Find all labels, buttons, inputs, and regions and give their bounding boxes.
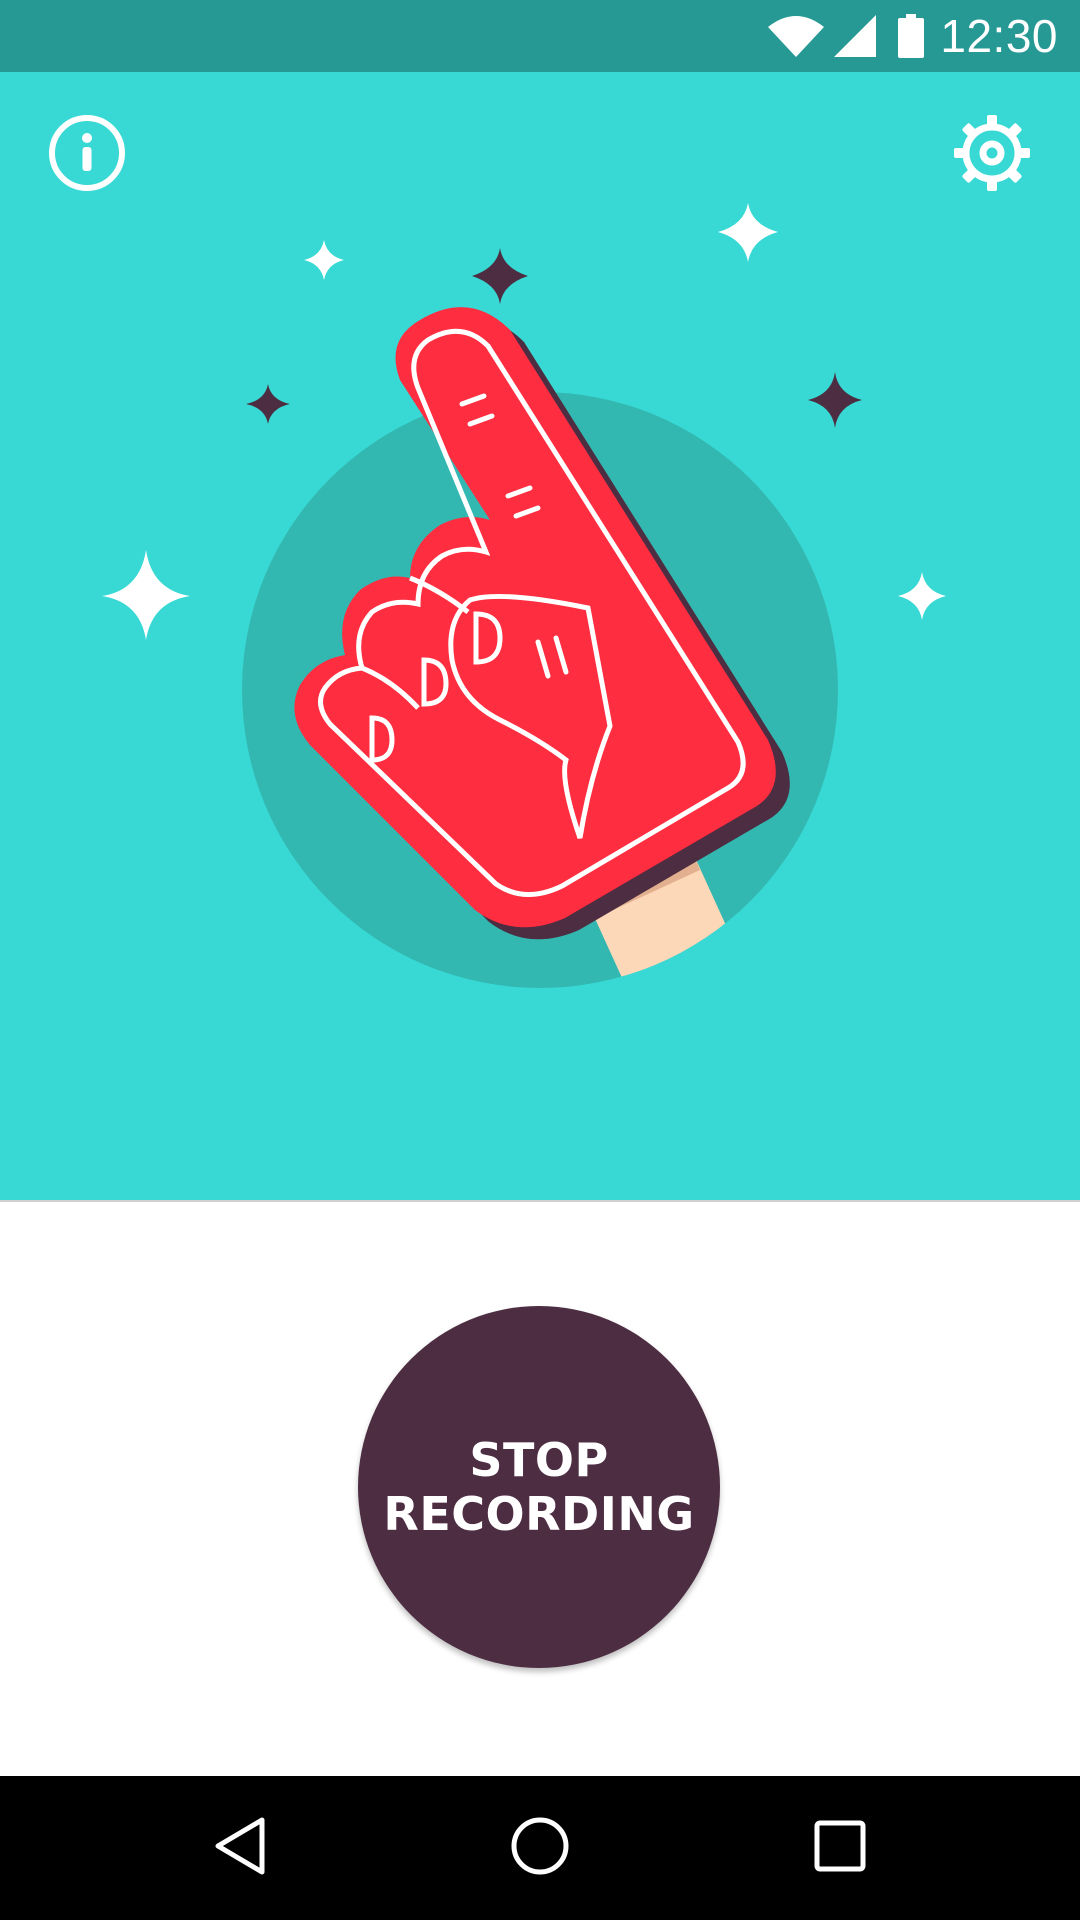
foam-finger-illustration xyxy=(102,203,946,988)
status-icons: 12:30 xyxy=(768,0,1080,72)
battery-icon xyxy=(898,14,925,58)
navigation-bar xyxy=(0,1776,1080,1920)
sparkle-white-1 xyxy=(102,550,190,640)
back-icon xyxy=(212,1816,268,1881)
sparkle-dark-2 xyxy=(246,384,290,424)
wifi-icon xyxy=(768,15,825,57)
settings-button[interactable] xyxy=(944,107,1040,203)
sparkle-white-4 xyxy=(898,572,946,620)
info-icon xyxy=(47,113,127,198)
status-bar: 12:30 xyxy=(0,0,1080,72)
home-button[interactable] xyxy=(470,1776,610,1920)
recents-icon xyxy=(813,1819,867,1878)
stop-recording-button[interactable]: STOP RECORDING xyxy=(358,1306,720,1668)
recents-button[interactable] xyxy=(770,1776,910,1920)
status-time: 12:30 xyxy=(940,10,1058,62)
sparkle-white-3 xyxy=(718,203,778,262)
gear-icon xyxy=(952,113,1032,198)
cell-signal-icon xyxy=(834,15,877,57)
sparkle-dark-3 xyxy=(808,372,862,428)
app-screen: 12:30 STOP RECORDING xyxy=(0,0,1080,1920)
sparkle-dark-1 xyxy=(472,248,528,304)
stop-recording-label-line2: RECORDING xyxy=(383,1487,695,1541)
stop-recording-label-line1: STOP xyxy=(469,1432,609,1487)
back-button[interactable] xyxy=(170,1776,310,1920)
home-icon xyxy=(510,1816,570,1881)
sparkle-white-2 xyxy=(304,240,344,280)
info-button[interactable] xyxy=(39,107,135,203)
